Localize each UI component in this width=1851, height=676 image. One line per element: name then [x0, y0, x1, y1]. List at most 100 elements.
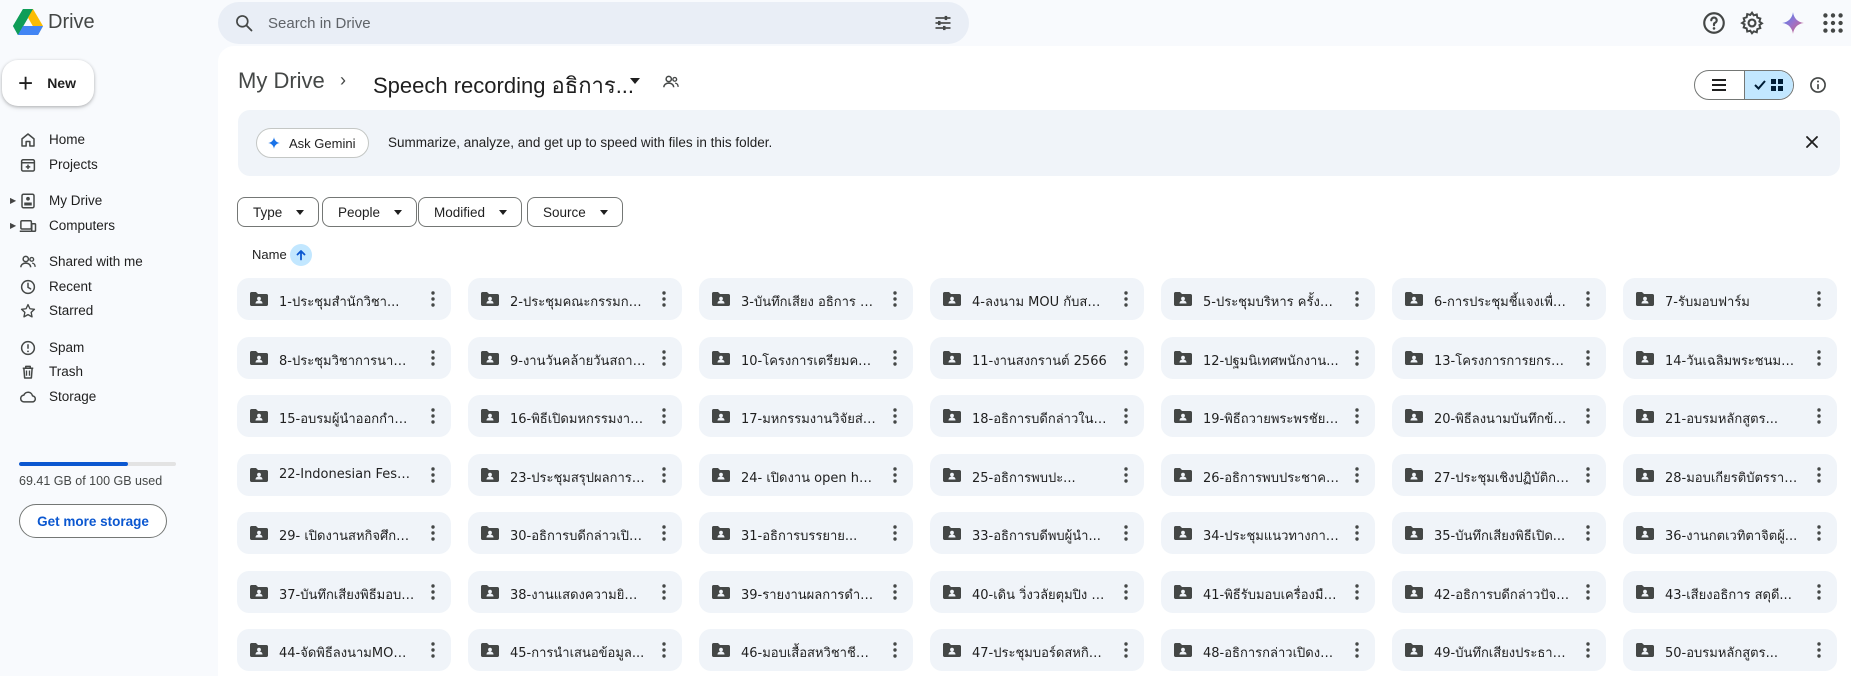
shared-folder-people-icon[interactable] [662, 73, 680, 91]
sidebar-item-my-drive[interactable]: ▶ My Drive [0, 186, 210, 214]
more-options-icon[interactable] [1811, 465, 1827, 485]
folder-item[interactable]: 11-งานสงกรานต์ 2566 [930, 336, 1144, 379]
more-options-icon[interactable] [1811, 582, 1827, 602]
folder-item[interactable]: 14-วันเฉลิมพระชนมพรร... [1623, 336, 1837, 379]
folder-item[interactable]: 43-เสียงอธิการ สดุดี... [1623, 570, 1837, 613]
more-options-icon[interactable] [887, 348, 903, 368]
folder-item[interactable]: 19-พิธีถวายพระพรชัยมง... [1161, 395, 1375, 437]
more-options-icon[interactable] [1580, 289, 1596, 309]
sidebar-item-projects[interactable]: Projects [0, 150, 210, 178]
folder-item[interactable]: 28-มอบเกียรติบัตรรางวัล... [1623, 453, 1837, 496]
more-options-icon[interactable] [1118, 348, 1134, 368]
folder-item[interactable]: 3-บันทึกเสียง อธิการ งาน... [699, 278, 913, 320]
close-icon[interactable] [1802, 132, 1822, 152]
more-options-icon[interactable] [1580, 348, 1596, 368]
more-options-icon[interactable] [1349, 465, 1365, 485]
folder-item[interactable]: 10-โครงการเตรียมความ... [699, 336, 913, 379]
expand-arrow-icon[interactable]: ▶ [10, 196, 16, 205]
folder-item[interactable]: 40-เดิน วิ่งวลัยตุมปิง 30... [930, 570, 1144, 613]
more-options-icon[interactable] [1118, 640, 1134, 660]
more-options-icon[interactable] [1118, 523, 1134, 543]
folder-item[interactable]: 46-มอบเสื้อสหวิชาชีพกา... [699, 629, 913, 671]
help-icon[interactable] [1701, 10, 1727, 36]
filter-source[interactable]: Source [527, 197, 623, 227]
breadcrumb-current-folder[interactable]: Speech recording อธิการ... [373, 68, 634, 103]
filter-type[interactable]: Type [237, 197, 320, 227]
folder-item[interactable]: 23-ประชุมสรุปผลการรับ... [468, 453, 682, 496]
sort-by-name-label[interactable]: Name [252, 247, 287, 262]
more-options-icon[interactable] [656, 465, 672, 485]
folder-item[interactable]: 21-อบรมหลักสูตร... [1623, 395, 1837, 437]
breadcrumb-my-drive[interactable]: My Drive [238, 68, 325, 94]
sidebar-item-computers[interactable]: ▶ Computers [0, 211, 210, 239]
more-options-icon[interactable] [887, 582, 903, 602]
more-options-icon[interactable] [887, 406, 903, 426]
folder-item[interactable]: 6-การประชุมชี้แจงเพื่อขับ... [1392, 278, 1606, 320]
sidebar-item-home[interactable]: Home [0, 125, 210, 153]
folder-item[interactable]: 27-ประชุมเชิงปฏิบัติการก... [1392, 453, 1606, 496]
folder-item[interactable]: 26-อธิการพบประชาคม... [1161, 453, 1375, 496]
folder-item[interactable]: 13-โครงการการยกระดับ... [1392, 336, 1606, 379]
more-options-icon[interactable] [1118, 406, 1134, 426]
more-options-icon[interactable] [887, 523, 903, 543]
folder-item[interactable]: 15-อบรมผู้นำออกกำลังกา... [237, 395, 451, 437]
more-options-icon[interactable] [656, 289, 672, 309]
folder-item[interactable]: 38-งานแสดงความยินดีแ... [468, 570, 682, 613]
more-options-icon[interactable] [1349, 640, 1365, 660]
sidebar-item-trash[interactable]: Trash [0, 357, 210, 385]
folder-item[interactable]: 8-ประชุมวิชาการนานาชาติ... [237, 336, 451, 379]
more-options-icon[interactable] [425, 640, 441, 660]
more-options-icon[interactable] [425, 348, 441, 368]
folder-item[interactable]: 12-ปฐมนิเทศพนักงาน... [1161, 336, 1375, 379]
folder-item[interactable]: 33-อธิการบดีพบผู้นำ... [930, 512, 1144, 554]
folder-item[interactable]: 31-อธิการบรรยาย... [699, 512, 913, 554]
list-view-button[interactable] [1695, 71, 1744, 99]
folder-item[interactable]: 29- เปิดงานสหกิจศึกษา 1... [237, 512, 451, 554]
folder-item[interactable]: 2-ประชุมคณะกรรมการ... [468, 278, 682, 320]
folder-item[interactable]: 34-ประชุมแนวทางการจัด... [1161, 512, 1375, 554]
folder-item[interactable]: 20-พิธีลงนามบันทึกข้อ... [1392, 395, 1606, 437]
folder-item[interactable]: 42-อธิการบดีกล่าวปัจฉิม... [1392, 570, 1606, 613]
search-bar[interactable] [218, 2, 969, 44]
new-button[interactable]: + New [2, 60, 94, 106]
folder-item[interactable]: 47-ประชุมบอร์ดสหกิจ... [930, 629, 1144, 671]
drive-logo-icon[interactable] [12, 8, 44, 36]
more-options-icon[interactable] [425, 582, 441, 602]
gemini-sparkle-icon[interactable] [1780, 10, 1806, 36]
folder-item[interactable]: 5-ประชุมบริหาร ครั้งที่ 2-... [1161, 278, 1375, 320]
more-options-icon[interactable] [1580, 406, 1596, 426]
folder-item[interactable]: 50-อบรมหลักสูตร... [1623, 629, 1837, 671]
more-options-icon[interactable] [1580, 582, 1596, 602]
more-options-icon[interactable] [1580, 523, 1596, 543]
more-options-icon[interactable] [1118, 465, 1134, 485]
folder-item[interactable]: 35-บันทึกเสียงพิธีเปิด... [1392, 512, 1606, 554]
more-options-icon[interactable] [1811, 289, 1827, 309]
folder-item[interactable]: 45-การนำเสนอข้อมูล... [468, 629, 682, 671]
grid-view-button[interactable] [1743, 71, 1793, 99]
folder-item[interactable]: 44-จัดพิธีลงนามMOU... [237, 629, 451, 671]
more-options-icon[interactable] [656, 523, 672, 543]
more-options-icon[interactable] [1580, 640, 1596, 660]
more-options-icon[interactable] [425, 523, 441, 543]
more-options-icon[interactable] [656, 582, 672, 602]
filter-people[interactable]: People [322, 197, 418, 227]
more-options-icon[interactable] [425, 289, 441, 309]
folder-item[interactable]: 22-Indonesian Festiva... [237, 453, 451, 496]
more-options-icon[interactable] [1580, 465, 1596, 485]
more-options-icon[interactable] [656, 348, 672, 368]
more-options-icon[interactable] [1349, 523, 1365, 543]
more-options-icon[interactable] [1811, 523, 1827, 543]
folder-item[interactable]: 49-บันทึกเสียงประธานเปิ... [1392, 629, 1606, 671]
folder-item[interactable]: 37-บันทึกเสียงพิธีมอบช่อ... [237, 570, 451, 613]
folder-item[interactable]: 17-มหกรรมงานวิจัยส่วน... [699, 395, 913, 437]
more-options-icon[interactable] [887, 465, 903, 485]
folder-item[interactable]: 18-อธิการบดีกล่าวในพิธีใ... [930, 395, 1144, 437]
more-options-icon[interactable] [1118, 289, 1134, 309]
filter-modified[interactable]: Modified [418, 197, 523, 227]
apps-grid-icon[interactable] [1820, 10, 1846, 36]
more-options-icon[interactable] [425, 406, 441, 426]
more-options-icon[interactable] [1811, 348, 1827, 368]
more-options-icon[interactable] [656, 406, 672, 426]
sidebar-item-shared-with-me[interactable]: Shared with me [0, 247, 210, 275]
more-options-icon[interactable] [1118, 582, 1134, 602]
